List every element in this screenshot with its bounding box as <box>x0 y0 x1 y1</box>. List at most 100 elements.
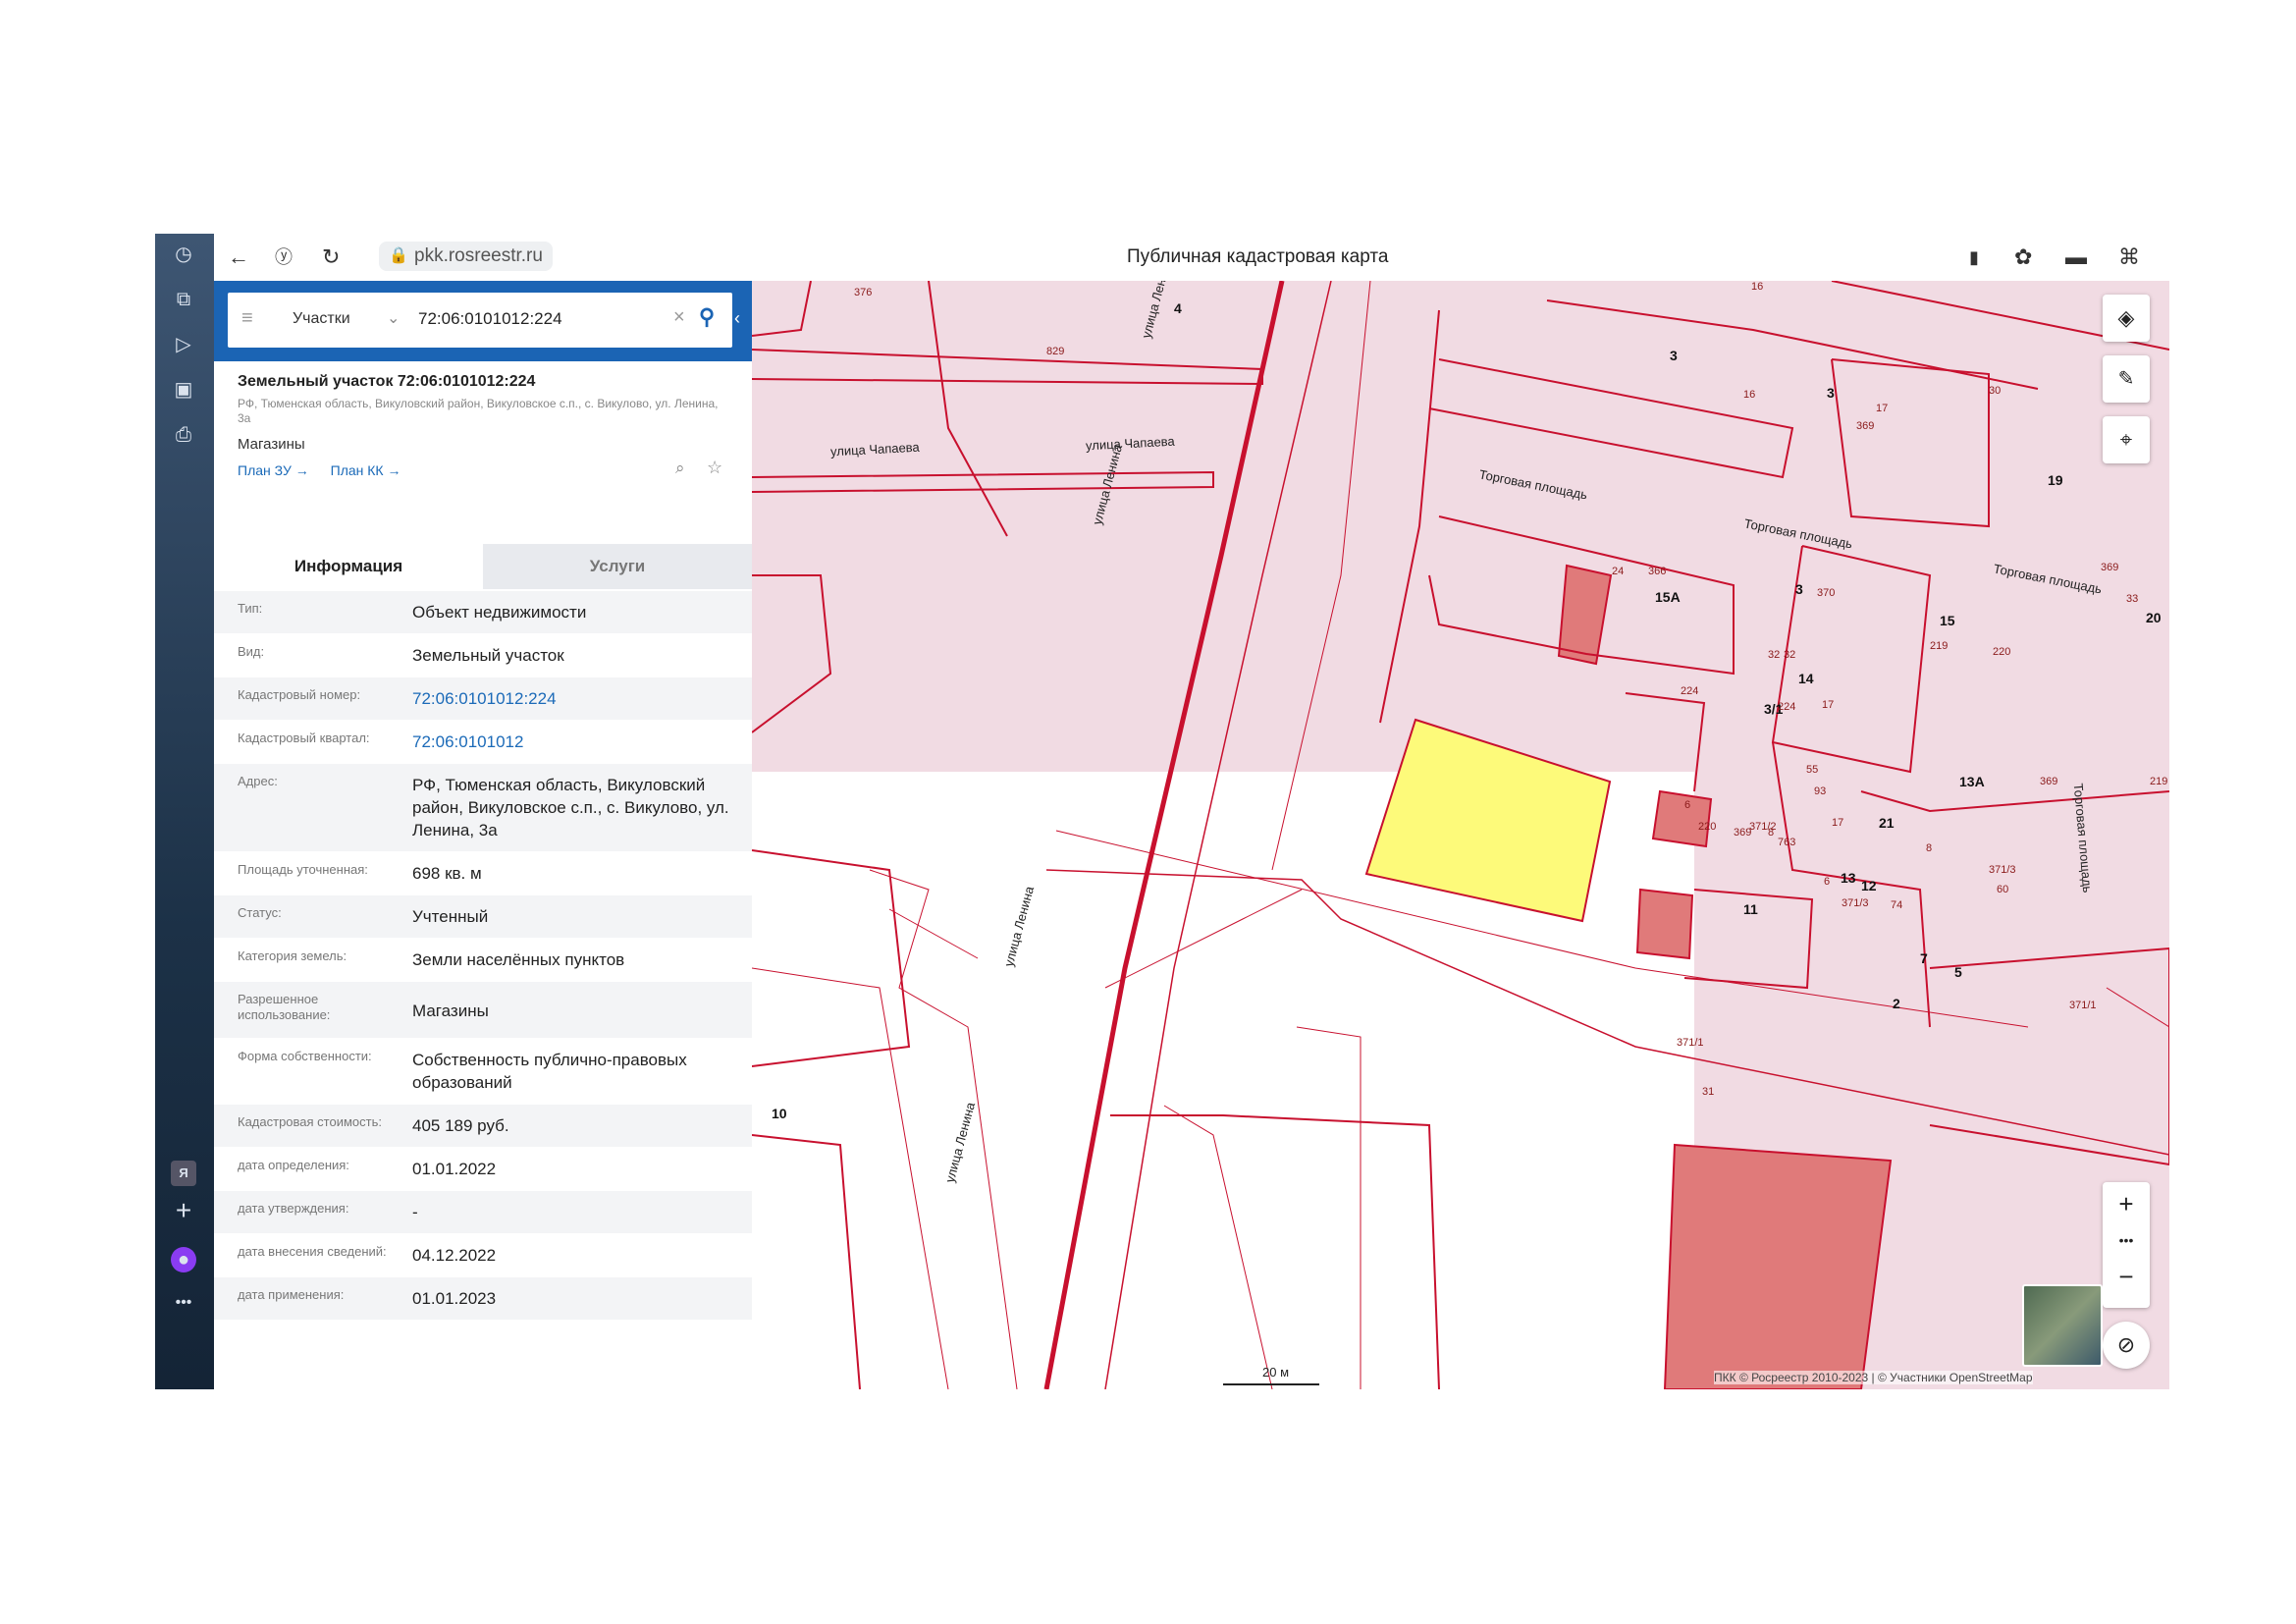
info-label: Форма собственности: <box>238 1049 372 1063</box>
extension-icon[interactable]: ✿ <box>2014 244 2032 271</box>
building-371-1[interactable] <box>1663 1143 1893 1389</box>
info-row: Статус: Учтенный <box>214 895 752 939</box>
info-value: Учтенный <box>412 907 489 926</box>
clear-icon[interactable]: × <box>673 306 685 329</box>
collections-icon[interactable]: ⧉ <box>171 287 196 312</box>
tab-information[interactable]: Информация <box>214 544 483 592</box>
yandex-protect-icon[interactable]: ⓨ <box>275 244 293 271</box>
parcel-number-label: 17 <box>1822 699 1835 711</box>
menu-icon[interactable]: ≡ <box>241 307 253 330</box>
video-icon[interactable]: ▷ <box>171 332 196 357</box>
info-value: Объект недвижимости <box>412 603 587 622</box>
info-label: Адрес: <box>238 774 278 788</box>
parcel-number-label: 371/3 <box>1842 897 1869 909</box>
yandex-icon[interactable]: Я <box>171 1161 196 1186</box>
parcel-number-label: 829 <box>1046 346 1065 357</box>
satellite-toggle[interactable] <box>2022 1284 2103 1367</box>
zoom-out-button[interactable]: − <box>2103 1255 2150 1298</box>
parcel-number-label: 376 <box>854 287 873 298</box>
history-icon[interactable]: ◷ <box>171 242 196 267</box>
layers-icon[interactable]: ◈ <box>2103 295 2150 342</box>
cadastral-number-link[interactable]: 72:06:0101012:224 <box>412 677 752 720</box>
info-label: Площадь уточненная: <box>238 862 368 877</box>
parcel-number-label: 5 <box>1954 964 1962 980</box>
info-value: Земли населённых пунктов <box>412 950 625 969</box>
compass-icon[interactable]: ⊘ <box>2103 1322 2150 1369</box>
add-icon[interactable]: + <box>171 1197 196 1224</box>
page-title: Публичная кадастровая карта <box>1127 246 1389 267</box>
info-row: Разрешенное использование: Магазины <box>214 982 752 1039</box>
cadastral-quarter-link[interactable]: 72:06:0101012 <box>412 721 752 763</box>
plan-zu-link[interactable]: План ЗУ → <box>238 462 309 478</box>
reader-icon[interactable]: ⌘ <box>2118 244 2140 271</box>
parcel-number-label: 219 <box>1930 640 1949 652</box>
zoom-control: + ••• − <box>2103 1182 2150 1308</box>
parcel-line <box>869 869 1018 1389</box>
zoom-in-button[interactable]: + <box>2103 1182 2150 1225</box>
parcel-number-label: 32 <box>1768 649 1781 661</box>
parcel-number-label: 8 <box>1768 827 1775 839</box>
zoom-to-icon[interactable]: ⌕ <box>675 459 685 478</box>
parcel-number-label: 220 <box>1698 821 1717 833</box>
building-13[interactable] <box>1635 888 1694 960</box>
bookmarks-icon[interactable]: ▣ <box>171 377 196 403</box>
ruler-icon[interactable]: ✎ <box>2103 355 2150 403</box>
parcel-number-label: 6 <box>1824 876 1831 888</box>
parcel-number-label: 6 <box>1684 799 1691 811</box>
parcel-number-label: 219 <box>2150 776 2168 787</box>
card-address: РФ, Тюменская область, Викуловский район… <box>238 397 719 425</box>
url-text: pkk.rosreestr.ru <box>414 245 543 266</box>
alice-icon[interactable]: ● <box>171 1247 196 1272</box>
card-usage: Магазины <box>238 436 305 453</box>
info-value: Земельный участок <box>412 646 564 665</box>
info-label: Категория земель: <box>238 948 347 963</box>
parcel-line <box>1110 1114 1440 1389</box>
info-row: Кадастровая стоимость: 405 189 руб. <box>214 1105 752 1148</box>
parcel-number-label: 13 <box>1841 870 1856 886</box>
map-canvas[interactable] <box>752 281 2169 1389</box>
parcel-number-label: 370 <box>1817 587 1836 599</box>
search-input[interactable]: 72:06:0101012:224 <box>418 309 562 329</box>
favorite-icon[interactable]: ☆ <box>707 458 722 478</box>
info-label: Кадастровый номер: <box>238 687 361 702</box>
search-icon[interactable]: ⚲ <box>699 304 715 330</box>
parcel-line <box>1104 889 1303 989</box>
zoom-more-icon[interactable]: ••• <box>2103 1225 2150 1255</box>
info-row: Форма собственности: Собственность публич… <box>214 1039 752 1105</box>
info-row: Адрес: РФ, Тюменская область, Викуловский… <box>214 764 752 852</box>
parcel-number-label: 3 <box>1795 581 1803 597</box>
cadastral-map[interactable]: улица Ленина улица Ленина улица Ленина у… <box>752 281 2169 1389</box>
parcel-number-label: 55 <box>1806 764 1819 776</box>
info-label: Кадастровый квартал: <box>238 731 370 745</box>
search-category[interactable]: Участки <box>293 310 350 328</box>
parcel-number-label: 7 <box>1920 950 1928 966</box>
back-icon[interactable]: ← <box>228 244 249 271</box>
parcel-number-label: 15 <box>1940 613 1955 628</box>
address-bar[interactable]: 🔒 pkk.rosreestr.ru <box>379 242 553 271</box>
info-value: - <box>412 1203 418 1221</box>
info-row: дата внесения сведений: 04.12.2022 <box>214 1234 752 1277</box>
info-row: дата определения: 01.01.2022 <box>214 1148 752 1191</box>
building-13a[interactable] <box>1651 789 1713 848</box>
parcel-number-label: 60 <box>1997 884 2009 895</box>
vpn-icon[interactable]: ▬ <box>2065 244 2087 271</box>
info-value: 01.01.2023 <box>412 1289 497 1308</box>
quarter-area <box>752 281 2169 772</box>
parcel-number-label: 2 <box>1893 996 1900 1011</box>
scale-label: 20 м <box>1262 1365 1290 1380</box>
browser-sidebar: ◷ ⧉ ▷ ▣ ⎙ Я + ● ••• <box>155 234 214 1389</box>
more-icon[interactable]: ••• <box>171 1290 196 1316</box>
parcel-number-label: 3 <box>1670 348 1678 363</box>
collapse-panel-icon[interactable]: ‹ <box>734 308 740 329</box>
chevron-down-icon[interactable]: ⌄ <box>387 308 400 328</box>
card-title: Земельный участок 72:06:0101012:224 <box>238 373 536 390</box>
screenshot-icon[interactable]: ⎙ <box>171 422 196 448</box>
bookmark-icon[interactable]: ▮ <box>1969 244 1979 271</box>
tab-services[interactable]: Услуги <box>483 544 752 589</box>
parcel-number-label: 15А <box>1655 589 1681 605</box>
locate-icon[interactable]: ⌖ <box>2103 416 2150 463</box>
parcel-line <box>752 849 911 1067</box>
reload-icon[interactable]: ↻ <box>322 244 340 271</box>
plan-kk-link[interactable]: План КК → <box>331 462 401 478</box>
search-box: ≡ Участки ⌄ 72:06:0101012:224 × ⚲ <box>228 293 732 348</box>
